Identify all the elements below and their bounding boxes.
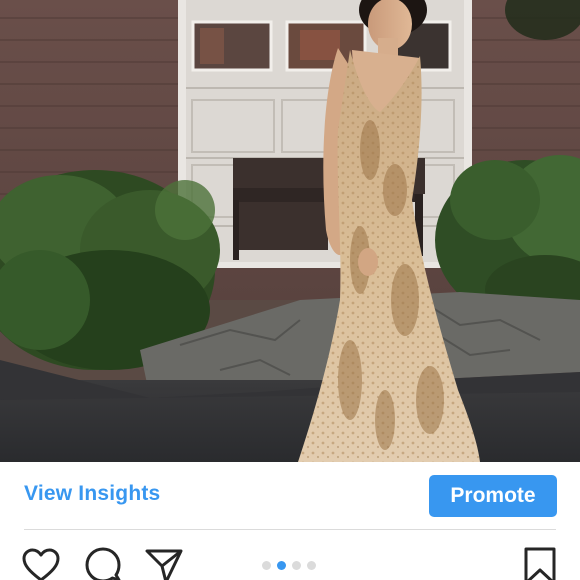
post-action-bar xyxy=(0,530,580,580)
comment-bubble-icon[interactable] xyxy=(83,546,123,580)
bookmark-icon[interactable] xyxy=(520,546,560,580)
carousel-dot xyxy=(262,561,271,570)
paper-plane-icon[interactable] xyxy=(144,546,184,580)
instagram-post: View Insights Promote xyxy=(0,0,580,580)
insights-bar: View Insights Promote xyxy=(0,462,580,530)
heart-icon[interactable] xyxy=(21,546,61,580)
post-photo[interactable] xyxy=(0,0,580,462)
view-insights-link[interactable]: View Insights xyxy=(24,482,160,506)
carousel-dot xyxy=(292,561,301,570)
carousel-dot xyxy=(307,561,316,570)
carousel-dot-active xyxy=(277,561,286,570)
carousel-indicator xyxy=(262,561,316,571)
promote-button[interactable]: Promote xyxy=(429,475,557,517)
